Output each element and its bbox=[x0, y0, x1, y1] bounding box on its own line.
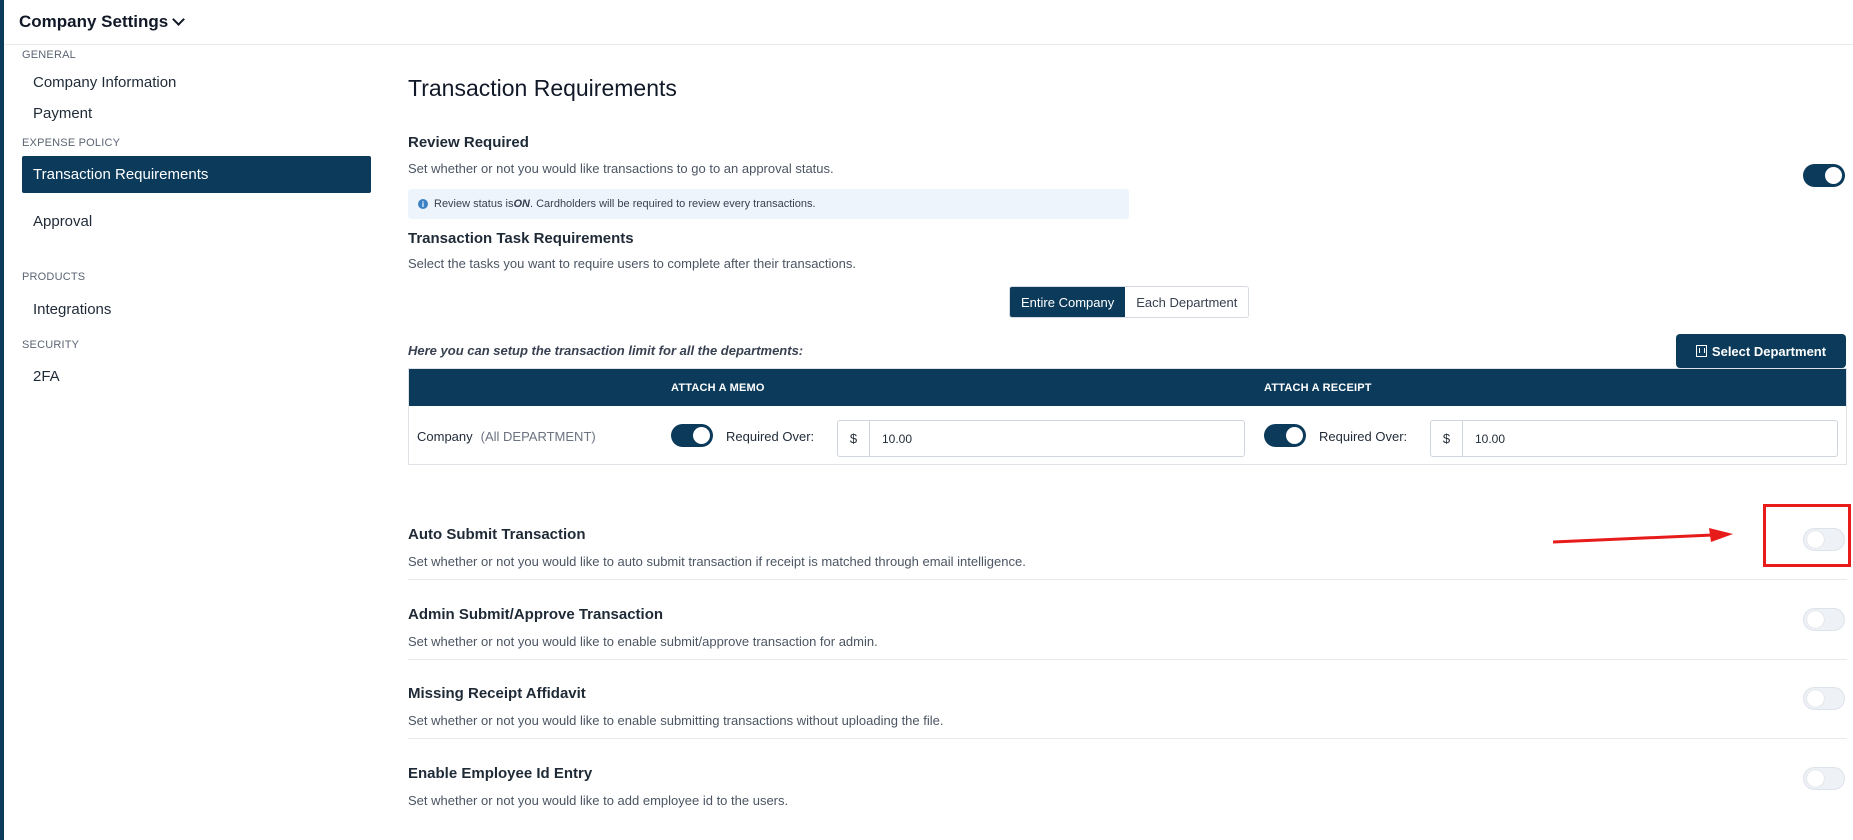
table-row: Company (All DEPARTMENT) Required Over: $… bbox=[409, 406, 1846, 464]
memo-currency-symbol: $ bbox=[838, 421, 870, 456]
memo-amount-input[interactable] bbox=[870, 421, 1244, 456]
sidebar-item-integrations[interactable]: Integrations bbox=[22, 291, 371, 328]
annotation-highlight-box bbox=[1763, 504, 1851, 567]
info-icon: i bbox=[418, 199, 428, 209]
sidebar-heading-security: SECURITY bbox=[22, 339, 80, 351]
receipt-amount-input[interactable] bbox=[1463, 421, 1837, 456]
select-department-button[interactable]: Select Department bbox=[1676, 334, 1846, 368]
divider bbox=[408, 579, 1847, 580]
select-department-label: Select Department bbox=[1711, 343, 1827, 359]
sidebar-item-payment[interactable]: Payment bbox=[22, 95, 371, 132]
chevron-down-icon bbox=[172, 13, 186, 26]
task-requirements-description: Select the tasks you want to require use… bbox=[408, 256, 856, 271]
sidebar-item-label: Approval bbox=[33, 213, 93, 230]
tab-entire-company[interactable]: Entire Company bbox=[1010, 287, 1126, 317]
missing-receipt-toggle[interactable] bbox=[1803, 687, 1845, 710]
missing-receipt-title: Missing Receipt Affidavit bbox=[408, 685, 586, 702]
sidebar-item-transaction-requirements[interactable]: Transaction Requirements bbox=[22, 156, 371, 193]
top-bar: Company Settings bbox=[4, 0, 1853, 45]
admin-submit-title: Admin Submit/Approve Transaction bbox=[408, 606, 664, 623]
sidebar-item-2fa[interactable]: 2FA bbox=[22, 358, 371, 395]
sidebar-item-label: Company Information bbox=[33, 74, 177, 91]
sidebar-item-label: Transaction Requirements bbox=[33, 166, 209, 183]
employee-id-description: Set whether or not you would like to add… bbox=[408, 793, 789, 808]
review-info-state: ON bbox=[513, 198, 530, 210]
sidebar-heading-products: PRODUCTS bbox=[22, 271, 86, 283]
sidebar-item-label: 2FA bbox=[33, 368, 60, 385]
review-required-title: Review Required bbox=[408, 134, 529, 151]
sidebar-item-label: Integrations bbox=[33, 301, 112, 318]
row-name: Company bbox=[417, 429, 473, 444]
auto-submit-description: Set whether or not you would like to aut… bbox=[408, 554, 1026, 569]
tab-each-department[interactable]: Each Department bbox=[1125, 287, 1249, 317]
row-department-label: Company (All DEPARTMENT) bbox=[417, 429, 596, 444]
review-info-suffix: . Cardholders will be required to review… bbox=[529, 198, 816, 210]
employee-id-toggle[interactable] bbox=[1803, 767, 1845, 790]
building-icon bbox=[1695, 345, 1707, 357]
receipt-currency-symbol: $ bbox=[1431, 421, 1463, 456]
annotation-arrow bbox=[1553, 528, 1733, 544]
memo-amount-field: $ bbox=[837, 420, 1245, 457]
column-attach-receipt: ATTACH A RECEIPT bbox=[1264, 382, 1372, 394]
admin-submit-description: Set whether or not you would like to ena… bbox=[408, 634, 878, 649]
table-header: ATTACH A MEMO ATTACH A RECEIPT bbox=[409, 369, 1846, 406]
review-required-toggle[interactable] bbox=[1803, 164, 1845, 187]
missing-receipt-description: Set whether or not you would like to ena… bbox=[408, 713, 944, 728]
page-title: Transaction Requirements bbox=[408, 75, 677, 101]
review-info-prefix: Review status is bbox=[434, 198, 514, 210]
divider bbox=[408, 659, 1847, 660]
transaction-limit-table: ATTACH A MEMO ATTACH A RECEIPT Company (A… bbox=[408, 368, 1847, 465]
sidebar-heading-expense-policy: EXPENSE POLICY bbox=[22, 137, 121, 149]
left-rail bbox=[0, 0, 4, 840]
sidebar-item-approval[interactable]: Approval bbox=[22, 203, 371, 240]
task-requirements-title: Transaction Task Requirements bbox=[408, 230, 634, 247]
auto-submit-title: Auto Submit Transaction bbox=[408, 526, 586, 543]
admin-submit-toggle[interactable] bbox=[1803, 608, 1845, 631]
review-required-description: Set whether or not you would like transa… bbox=[408, 161, 834, 176]
column-attach-memo: ATTACH A MEMO bbox=[671, 382, 765, 394]
scope-toggle-group: Entire Company Each Department bbox=[1009, 286, 1250, 318]
memo-required-label: Required Over: bbox=[726, 429, 815, 444]
receipt-amount-field: $ bbox=[1430, 420, 1838, 457]
receipt-required-label: Required Over: bbox=[1319, 429, 1408, 444]
divider bbox=[408, 738, 1847, 739]
employee-id-title: Enable Employee Id Entry bbox=[408, 765, 593, 782]
sidebar-item-label: Payment bbox=[33, 105, 93, 122]
row-scope: (All DEPARTMENT) bbox=[480, 429, 596, 444]
review-status-info: i Review status is ON. Cardholders will … bbox=[408, 189, 1129, 219]
page-header-title: Company Settings bbox=[19, 12, 169, 31]
limit-note: Here you can setup the transaction limit… bbox=[408, 343, 804, 358]
company-settings-menu[interactable]: Company Settings bbox=[19, 12, 186, 32]
receipt-toggle[interactable] bbox=[1264, 424, 1306, 447]
memo-toggle[interactable] bbox=[671, 424, 713, 447]
sidebar-heading-general: GENERAL bbox=[22, 49, 76, 61]
